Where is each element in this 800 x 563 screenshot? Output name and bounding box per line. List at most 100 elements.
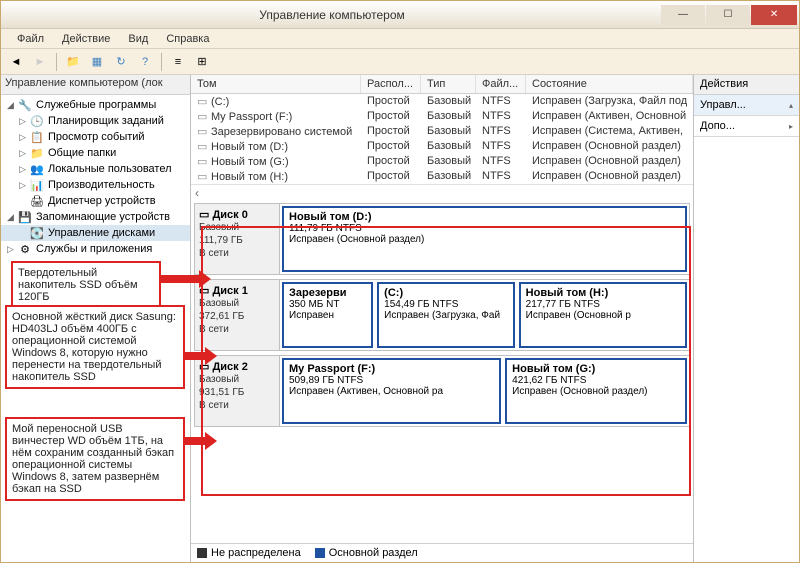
chevron-up-icon: ▴ (789, 101, 793, 110)
forward-button[interactable]: ► (29, 51, 51, 73)
volume-icon: ▭ (197, 170, 211, 183)
volume-row[interactable]: ▭Новый том (G:) ПростойБазовый NTFSИспра… (191, 154, 693, 169)
folder-icon: 📁 (66, 55, 80, 68)
volume-row[interactable]: ▭Новый том (H:) ПростойБазовый NTFSИспра… (191, 169, 693, 184)
close-button[interactable]: ✕ (751, 5, 797, 25)
event-icon: 📋 (29, 130, 45, 144)
col-type[interactable]: Тип (421, 75, 476, 93)
menubar: Файл Действие Вид Справка (1, 29, 799, 49)
callout-hdd: Основной жёсткий диск Sasung: HD403LJ об… (5, 305, 185, 389)
tree-disk-management[interactable]: 💽Управление дисками (1, 225, 190, 241)
tree-task-scheduler[interactable]: ▷🕒Планировщик заданий (1, 113, 190, 129)
disk-info: ▭ Диск 1Базовый372,61 ГБВ сети (195, 280, 280, 350)
refresh-button[interactable]: ↻ (110, 51, 132, 73)
toolbar: ◄ ► 📁 ▦ ↻ ? ≡ ⊞ (1, 49, 799, 75)
window-title: Управление компьютером (259, 8, 404, 22)
details-icon: ⊞ (197, 55, 206, 68)
titlebar[interactable]: Управление компьютером — ☐ ✕ (1, 1, 799, 29)
volume-icon: ▭ (197, 110, 211, 123)
volume-list[interactable]: ▭(C:) ПростойБазовый NTFSИсправен (Загру… (191, 94, 693, 184)
forward-icon: ► (35, 56, 46, 68)
arrow-hdd (185, 346, 217, 366)
partition[interactable]: Новый том (G:)421,62 ГБ NTFSИсправен (Ос… (505, 358, 687, 424)
tree-local-users[interactable]: ▷👥Локальные пользовател (1, 161, 190, 177)
col-volume[interactable]: Том (191, 75, 361, 93)
volume-icon: ▭ (197, 140, 211, 153)
services-icon: ⚙ (17, 242, 33, 256)
folder-icon: 📁 (29, 146, 45, 160)
disk-map[interactable]: ▭ Диск 0Базовый111,79 ГБВ сетиНовый том … (191, 200, 693, 543)
disk-row[interactable]: ▭ Диск 2Базовый931,51 ГБВ сетиMy Passpor… (194, 355, 690, 427)
legend: Не распределена Основной раздел (191, 543, 693, 562)
clock-icon: 🕒 (29, 114, 45, 128)
tools-icon: 🔧 (17, 98, 33, 112)
tree-storage[interactable]: ◢💾Запоминающие устройств (1, 209, 190, 225)
horizontal-scrollbar[interactable]: ‹ (191, 184, 693, 200)
list-button[interactable]: ≡ (167, 51, 189, 73)
users-icon: 👥 (29, 162, 45, 176)
volume-icon: ▭ (197, 155, 211, 168)
menu-file[interactable]: Файл (9, 31, 52, 47)
tree-services-apps[interactable]: ▷⚙Службы и приложения (1, 241, 190, 257)
refresh-icon: ↻ (116, 55, 125, 68)
help-button[interactable]: ? (134, 51, 156, 73)
actions-panel: Действия Управл... ▴ Допо... ▸ (694, 75, 799, 562)
maximize-button[interactable]: ☐ (706, 5, 750, 25)
perf-icon: 📊 (29, 178, 45, 192)
chevron-right-icon: ▸ (789, 122, 793, 131)
disk-info: ▭ Диск 2Базовый931,51 ГБВ сети (195, 356, 280, 426)
legend-unallocated-box (197, 548, 207, 558)
actions-header: Действия (694, 75, 799, 95)
scroll-left-icon[interactable]: ‹ (195, 186, 199, 200)
arrow-ssd (161, 269, 211, 289)
tree-label: Служебные программы (36, 99, 156, 111)
volume-icon: ▭ (197, 95, 211, 108)
back-button[interactable]: ◄ (5, 51, 27, 73)
col-status[interactable]: Состояние (526, 75, 693, 93)
partition[interactable]: Зарезерви350 МБ NTИсправен (282, 282, 373, 348)
callout-usb: Мой переносной USB винчестер WD объём 1Т… (5, 417, 185, 501)
disk-row[interactable]: ▭ Диск 1Базовый372,61 ГБВ сетиЗарезерви3… (194, 279, 690, 351)
tree-event-viewer[interactable]: ▷📋Просмотр событий (1, 129, 190, 145)
volume-row[interactable]: ▭(C:) ПростойБазовый NTFSИсправен (Загру… (191, 94, 693, 109)
volume-table-header[interactable]: Том Распол... Тип Файл... Состояние (191, 75, 693, 94)
menu-view[interactable]: Вид (120, 31, 156, 47)
disk-info: ▭ Диск 0Базовый111,79 ГБВ сети (195, 204, 280, 274)
details-button[interactable]: ⊞ (191, 51, 213, 73)
tree-device-manager[interactable]: 🖨Диспетчер устройств (1, 193, 190, 209)
partition[interactable]: Новый том (H:)217,77 ГБ NTFSИсправен (Ос… (519, 282, 687, 348)
computer-management-window: Управление компьютером — ☐ ✕ Файл Действ… (0, 0, 800, 563)
arrow-usb (185, 431, 217, 451)
folder-button[interactable]: 📁 (62, 51, 84, 73)
device-icon: 🖨 (29, 194, 45, 208)
partition[interactable]: My Passport (F:)509,89 ГБ NTFSИсправен (… (282, 358, 501, 424)
volume-row[interactable]: ▭Зарезервировано системой ПростойБазовый… (191, 124, 693, 139)
view-icon: ▦ (92, 55, 102, 68)
storage-icon: 💾 (17, 210, 33, 224)
disk-row[interactable]: ▭ Диск 0Базовый111,79 ГБВ сетиНовый том … (194, 203, 690, 275)
volumes-panel: Том Распол... Тип Файл... Состояние ▭(C:… (191, 75, 694, 562)
view-button[interactable]: ▦ (86, 51, 108, 73)
tree-system-tools[interactable]: ◢🔧 Служебные программы (1, 97, 190, 113)
callout-ssd: Твердотельный накопитель SSD объём 120ГБ (11, 261, 161, 309)
help-icon: ? (142, 56, 148, 68)
tree-performance[interactable]: ▷📊Производительность (1, 177, 190, 193)
volume-row[interactable]: ▭My Passport (F:) ПростойБазовый NTFSИсп… (191, 109, 693, 124)
action-disk-management[interactable]: Управл... ▴ (694, 95, 799, 116)
menu-action[interactable]: Действие (54, 31, 118, 47)
tree-shared-folders[interactable]: ▷📁Общие папки (1, 145, 190, 161)
partition[interactable]: (C:)154,49 ГБ NTFSИсправен (Загрузка, Фа… (377, 282, 514, 348)
volume-icon: ▭ (197, 125, 211, 138)
legend-primary-box (315, 548, 325, 558)
action-more[interactable]: Допо... ▸ (694, 116, 799, 137)
minimize-button[interactable]: — (661, 5, 705, 25)
volume-row[interactable]: ▭Новый том (D:) ПростойБазовый NTFSИспра… (191, 139, 693, 154)
col-layout[interactable]: Распол... (361, 75, 421, 93)
tree-header: Управление компьютером (лок (1, 75, 190, 95)
menu-help[interactable]: Справка (158, 31, 217, 47)
col-fs[interactable]: Файл... (476, 75, 526, 93)
disk-icon: 💽 (29, 226, 45, 240)
back-icon: ◄ (11, 56, 22, 68)
partition[interactable]: Новый том (D:)111,79 ГБ NTFSИсправен (Ос… (282, 206, 687, 272)
list-icon: ≡ (175, 56, 181, 68)
